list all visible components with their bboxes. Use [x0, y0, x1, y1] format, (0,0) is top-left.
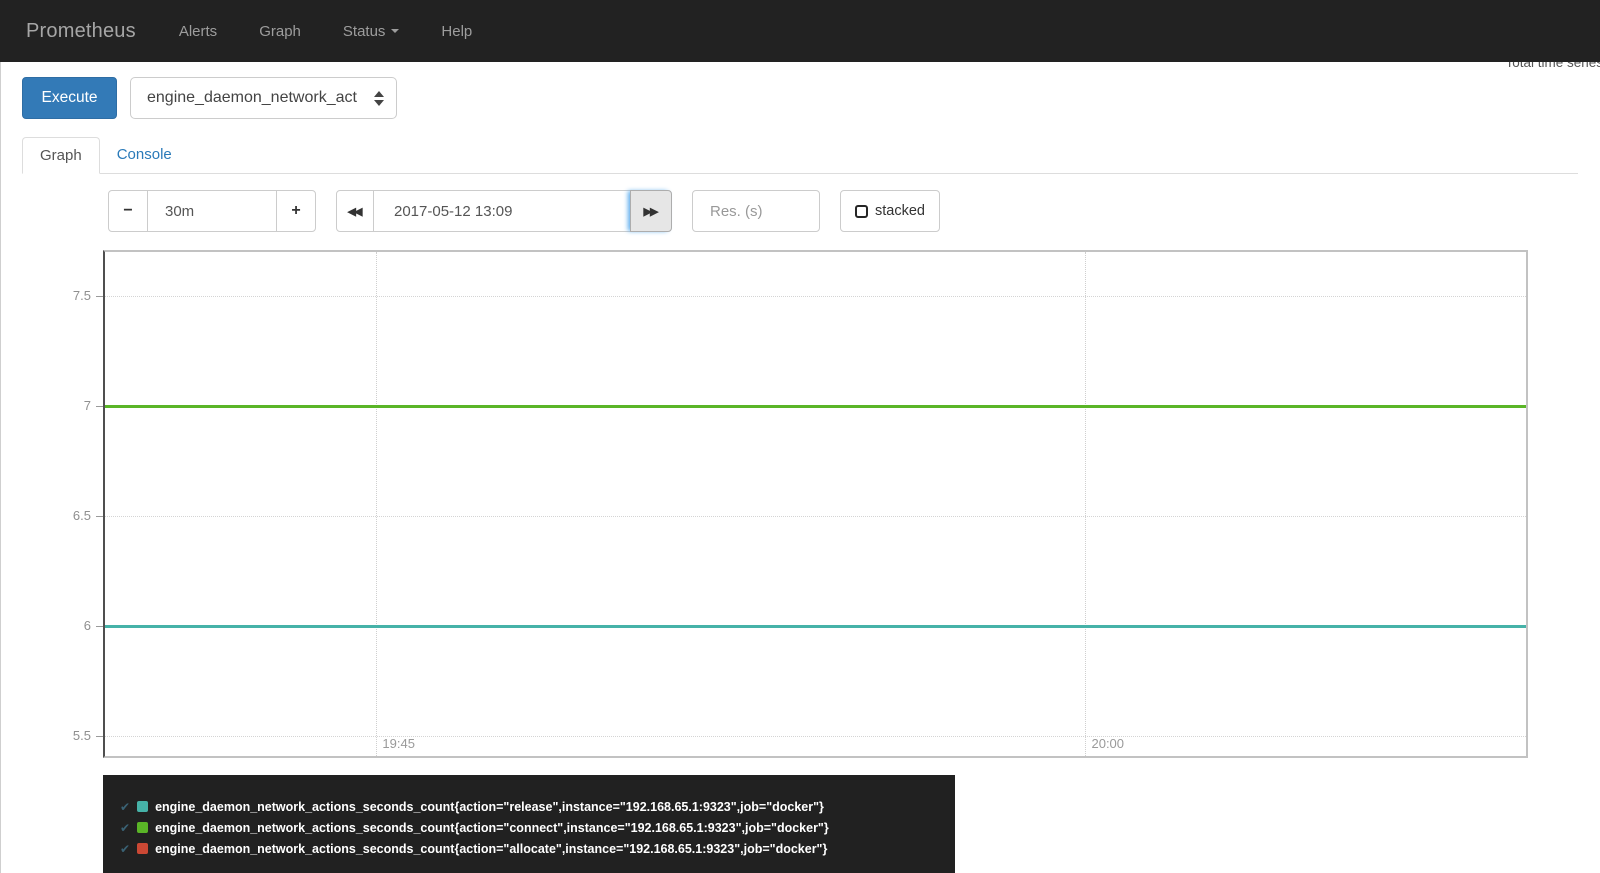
legend-label: engine_daemon_network_actions_seconds_co… [155, 841, 828, 856]
series-line-release[interactable] [105, 625, 1526, 629]
legend-row-connect[interactable]: ✔ engine_daemon_network_actions_seconds_c… [120, 817, 955, 838]
range-increase-button[interactable]: + [276, 190, 316, 232]
nav-item-label: Alerts [178, 22, 218, 40]
fast-forward-icon: ▶▶ [643, 205, 659, 218]
series-line-connect[interactable] [105, 405, 1526, 409]
nav-item-status[interactable]: Status [322, 23, 421, 40]
chevron-down-icon [391, 29, 400, 33]
v-gridline [376, 252, 378, 756]
h-gridline [105, 516, 1526, 518]
legend-swatch [137, 801, 149, 812]
y-tick-mark [96, 736, 103, 738]
y-tick-label: 5.5 [72, 728, 91, 744]
chart-legend: ✔ engine_daemon_network_actions_seconds_c… [103, 775, 955, 873]
navbar-items: Alerts Graph Status Help [158, 23, 493, 40]
stacked-label: stacked [875, 203, 925, 219]
app-brand[interactable]: Prometheus [26, 20, 136, 43]
graph-controls: − + ◀◀ ▶▶ stacked [108, 190, 1600, 232]
check-icon: ✔ [120, 820, 131, 835]
tab-bar: Graph Console [22, 137, 1578, 174]
legend-label: engine_daemon_network_actions_seconds_co… [155, 820, 829, 835]
check-icon: ✔ [120, 841, 131, 856]
range-decrease-button[interactable]: − [108, 190, 148, 232]
y-tick-label: 7.5 [72, 288, 91, 304]
legend-row-allocate[interactable]: ✔ engine_daemon_network_actions_seconds_c… [120, 838, 955, 859]
select-updown-icon [374, 90, 384, 106]
legend-swatch [137, 843, 149, 854]
nav-item-label: Status [342, 22, 386, 40]
y-tick-mark [96, 296, 103, 298]
y-tick-mark [96, 516, 103, 518]
query-row: Execute engine_daemon_network_act [22, 77, 1600, 119]
nav-item-help[interactable]: Help [420, 23, 493, 40]
rewind-button[interactable]: ◀◀ [336, 190, 374, 232]
chart[interactable]: 5.5 6 6.5 7 7.5 19:45 20:00 [73, 250, 1528, 758]
fast-forward-button[interactable]: ▶▶ [630, 190, 672, 232]
resolution-input[interactable] [692, 190, 820, 232]
y-tick-mark [96, 406, 103, 408]
range-input-group: − + [108, 190, 316, 232]
plot-area: 5.5 6 6.5 7 7.5 19:45 20:00 [73, 252, 1526, 756]
y-tick-label: 7 [83, 398, 91, 414]
nav-item-alerts[interactable]: Alerts [158, 23, 238, 40]
legend-label: engine_daemon_network_actions_seconds_co… [155, 799, 824, 814]
legend-row-release[interactable]: ✔ engine_daemon_network_actions_seconds_c… [120, 796, 955, 817]
nav-item-label: Help [441, 22, 473, 40]
nav-item-label: Graph [259, 22, 301, 40]
x-tick-label: 19:45 [382, 736, 415, 751]
time-input-group: ◀◀ ▶▶ [336, 190, 672, 232]
range-input[interactable] [147, 190, 277, 232]
y-tick-label: 6 [83, 618, 91, 634]
window-edge [0, 62, 1, 873]
x-tick-label: 20:00 [1091, 736, 1125, 751]
nav-item-graph[interactable]: Graph [238, 23, 322, 40]
metric-select[interactable]: engine_daemon_network_act [130, 77, 397, 119]
legend-swatch [137, 822, 149, 833]
h-gridline [105, 736, 1526, 738]
stacked-checkbox-icon [855, 204, 868, 218]
end-time-input[interactable] [373, 190, 631, 232]
navbar: Prometheus Alerts Graph Status Help [0, 0, 1600, 62]
check-icon: ✔ [120, 799, 131, 814]
y-tick-mark [96, 626, 103, 628]
stacked-toggle[interactable]: stacked [840, 190, 940, 232]
execute-button[interactable]: Execute [22, 77, 117, 119]
tab-graph[interactable]: Graph [22, 137, 100, 174]
v-gridline [1085, 252, 1087, 756]
rewind-icon: ◀◀ [347, 205, 363, 218]
y-tick-label: 6.5 [72, 508, 91, 524]
metric-select-value: engine_daemon_network_act [147, 89, 357, 106]
h-gridline [105, 296, 1526, 298]
tab-console[interactable]: Console [100, 137, 189, 174]
